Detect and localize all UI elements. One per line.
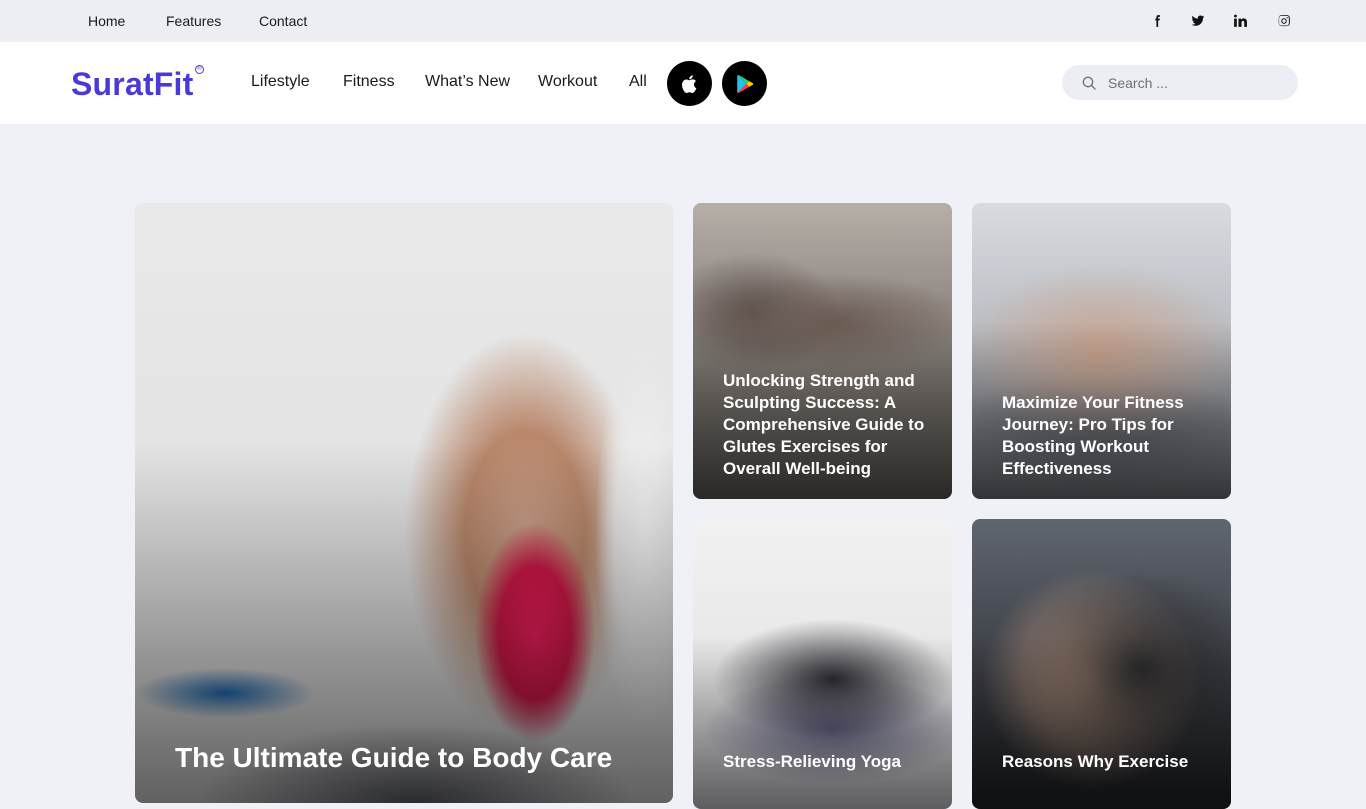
main-header: SuratFit ® Lifestyle Fitness What’s New … [0, 42, 1366, 124]
article-card-glutes[interactable]: Unlocking Strength and Sculpting Success… [693, 203, 952, 499]
apple-icon [681, 74, 696, 93]
nav-item-all[interactable]: All [629, 73, 647, 91]
linkedin-icon[interactable] [1232, 12, 1250, 30]
nav-item-whats-new[interactable]: What’s New [425, 73, 510, 91]
google-play-icon [736, 74, 753, 93]
topbar-link-contact[interactable]: Contact [259, 13, 307, 29]
logo[interactable]: SuratFit [71, 66, 194, 103]
search-box [1062, 65, 1298, 100]
article-card-fitness-journey[interactable]: Maximize Your Fitness Journey: Pro Tips … [972, 203, 1231, 499]
topbar-link-features[interactable]: Features [166, 13, 221, 29]
search-icon[interactable] [1081, 75, 1097, 91]
google-play-button[interactable] [722, 61, 767, 106]
topbar: Home Features Contact [0, 0, 1366, 42]
article-title[interactable]: Unlocking Strength and Sculpting Success… [723, 370, 933, 480]
twitter-icon[interactable] [1189, 12, 1207, 30]
nav-item-fitness[interactable]: Fitness [343, 73, 395, 91]
article-card-exercise[interactable]: Reasons Why Exercise [972, 519, 1231, 809]
featured-article-card[interactable]: The Ultimate Guide to Body Care [135, 203, 673, 803]
topbar-link-home[interactable]: Home [88, 13, 125, 29]
article-title[interactable]: Stress-Relieving Yoga [723, 751, 933, 773]
article-title[interactable]: The Ultimate Guide to Body Care [175, 741, 655, 775]
nav-item-lifestyle[interactable]: Lifestyle [251, 73, 310, 91]
article-card-yoga[interactable]: Stress-Relieving Yoga [693, 519, 952, 809]
facebook-icon[interactable] [1148, 12, 1166, 30]
nav-item-workout[interactable]: Workout [538, 73, 597, 91]
registered-mark: ® [195, 65, 204, 74]
search-input[interactable] [1108, 65, 1288, 100]
app-store-button[interactable] [667, 61, 712, 106]
instagram-icon[interactable] [1275, 12, 1293, 30]
article-title[interactable]: Maximize Your Fitness Journey: Pro Tips … [1002, 392, 1212, 480]
article-title[interactable]: Reasons Why Exercise [1002, 751, 1212, 773]
